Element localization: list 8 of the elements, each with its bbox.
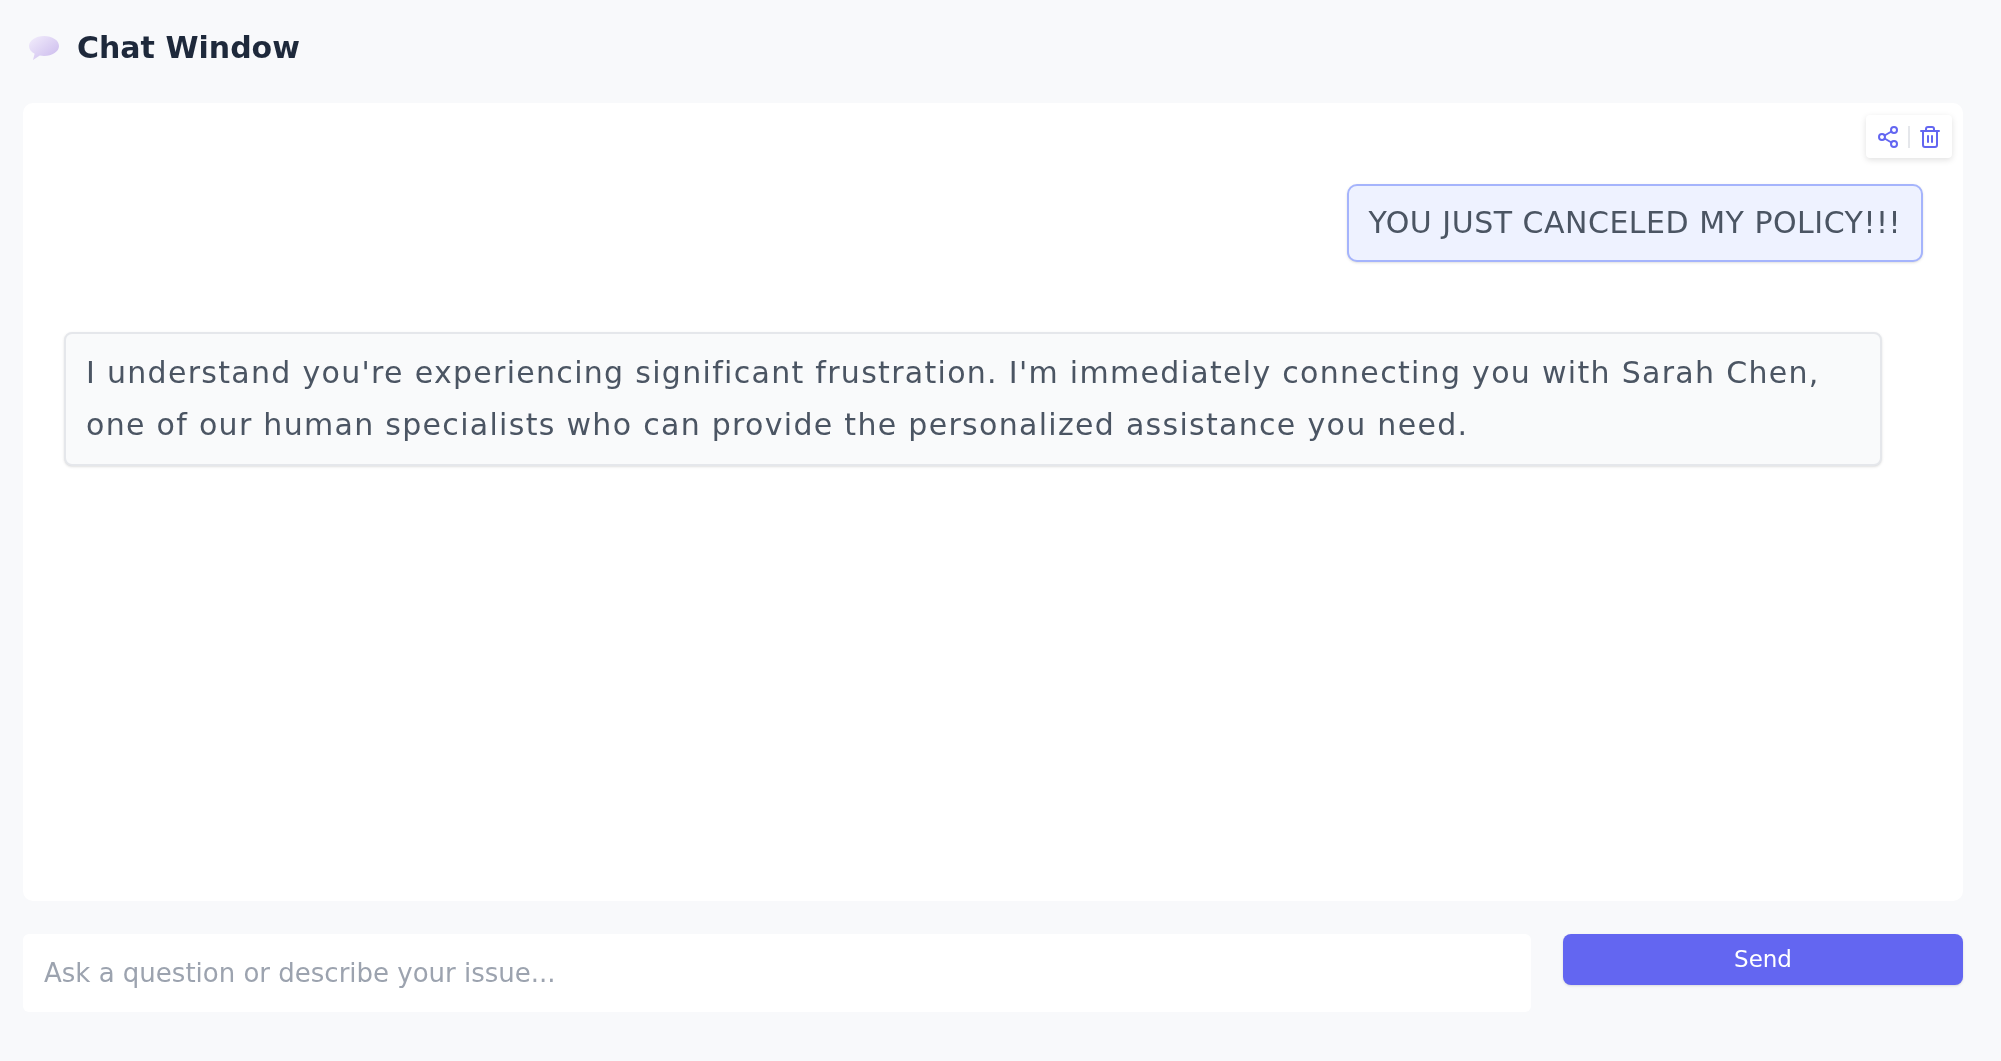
window-title: Chat Window bbox=[77, 29, 300, 67]
share-icon[interactable] bbox=[1876, 124, 1900, 149]
message-input[interactable]: Ask a question or describe your issue... bbox=[23, 934, 1531, 1012]
delete-icon[interactable] bbox=[1918, 124, 1942, 149]
assistant-message: I understand you're experiencing significant frustration. I'm immediately connecting you with Sarah Chen, one of our human specialists who can provide the personalized assistance you need. bbox=[64, 332, 1882, 466]
speech-bubble-icon bbox=[28, 34, 60, 61]
send-button[interactable]: Send bbox=[1563, 934, 1963, 985]
user-message: YOU JUST CANCELED MY POLICY!!! bbox=[1346, 184, 1923, 262]
